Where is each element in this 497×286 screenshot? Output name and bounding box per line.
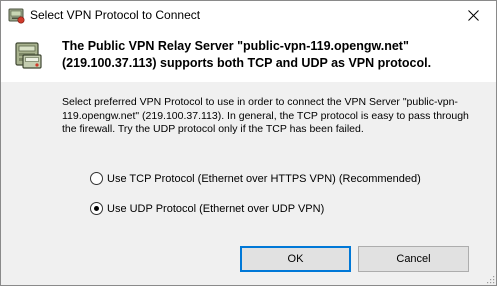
tcp-radio-button[interactable] [90,172,103,185]
udp-protocol-option[interactable]: Use UDP Protocol (Ethernet over UDP VPN) [90,202,324,215]
cancel-button[interactable]: Cancel [358,246,469,272]
udp-option-label[interactable]: Use UDP Protocol (Ethernet over UDP VPN) [107,203,324,215]
tcp-option-label[interactable]: Use TCP Protocol (Ethernet over HTTPS VP… [107,173,421,185]
dialog-window: Select VPN Protocol to Connect The Publi… [0,0,497,286]
header-panel: The Public VPN Relay Server "public-vpn-… [1,30,496,82]
udp-radio-button[interactable] [90,202,103,215]
tcp-protocol-option[interactable]: Use TCP Protocol (Ethernet over HTTPS VP… [90,172,421,185]
ok-button[interactable]: OK [240,246,351,272]
title-bar[interactable]: Select VPN Protocol to Connect [1,1,496,30]
protocol-description: Select preferred VPN Protocol to use in … [62,96,469,135]
vpn-server-icon [15,42,42,69]
header-message: The Public VPN Relay Server "public-vpn-… [62,39,432,70]
window-title: Select VPN Protocol to Connect [30,8,201,22]
resize-grip-icon[interactable] [485,274,495,284]
close-button[interactable] [450,1,496,30]
close-icon [467,10,479,21]
vpn-client-icon [8,8,25,24]
